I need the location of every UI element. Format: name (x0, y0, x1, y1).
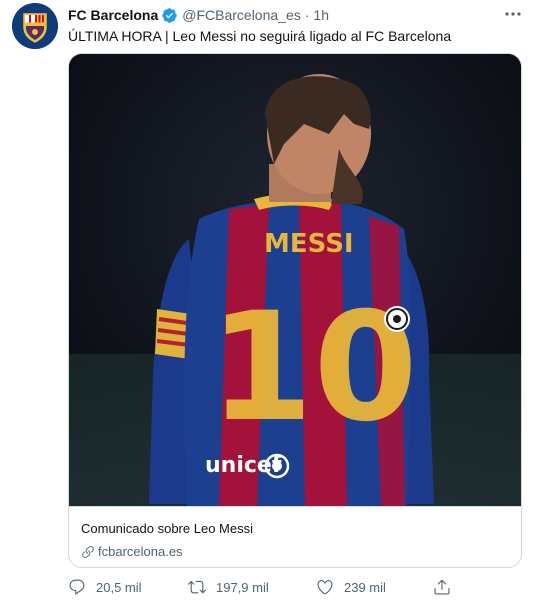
card-title[interactable]: Comunicado sobre Leo Messi (81, 521, 253, 536)
retweet-icon (188, 578, 206, 596)
display-name[interactable]: FC Barcelona (68, 7, 158, 23)
retweet-button[interactable]: 197,9 mil (188, 578, 269, 596)
card-domain-label: fcbarcelona.es (98, 544, 183, 559)
messi-jersey-photo: MESSI 10 unicef (69, 54, 521, 506)
share-icon (433, 578, 451, 596)
card-domain[interactable]: fcbarcelona.es (81, 544, 183, 559)
link-icon (81, 545, 95, 559)
timestamp[interactable]: 1h (313, 7, 329, 23)
heart-icon (316, 578, 334, 596)
more-options-icon[interactable] (501, 4, 525, 24)
reply-icon (68, 578, 86, 596)
tweet-header: FC Barcelona @FCBarcelona_es · 1h (68, 6, 329, 24)
separator-dot: · (304, 7, 310, 23)
like-button[interactable]: 239 mil (316, 578, 386, 596)
like-count: 239 mil (344, 579, 386, 595)
share-button[interactable] (433, 578, 461, 596)
link-card[interactable]: MESSI 10 unicef Comunicado sobre Leo Mes… (68, 53, 522, 568)
handle[interactable]: @FCBarcelona_es (182, 7, 301, 23)
retweet-count: 197,9 mil (216, 579, 269, 595)
jersey-number: 10 (209, 281, 418, 455)
avatar[interactable] (12, 3, 58, 49)
tweet[interactable]: FC Barcelona @FCBarcelona_es · 1h ÚLTIMA… (0, 0, 537, 605)
action-bar: 20,5 mil 197,9 mil 239 mil (68, 578, 518, 600)
verified-badge-icon (161, 7, 178, 24)
jersey-name: MESSI (264, 229, 354, 259)
card-info[interactable]: Comunicado sobre Leo Messi fcbarcelona.e… (69, 506, 521, 567)
reply-count: 20,5 mil (96, 579, 142, 595)
fc-barcelona-crest-icon (12, 3, 58, 49)
tweet-text: ÚLTIMA HORA | Leo Messi no seguirá ligad… (68, 28, 452, 44)
reply-button[interactable]: 20,5 mil (68, 578, 142, 596)
card-image[interactable]: MESSI 10 unicef (69, 54, 521, 506)
